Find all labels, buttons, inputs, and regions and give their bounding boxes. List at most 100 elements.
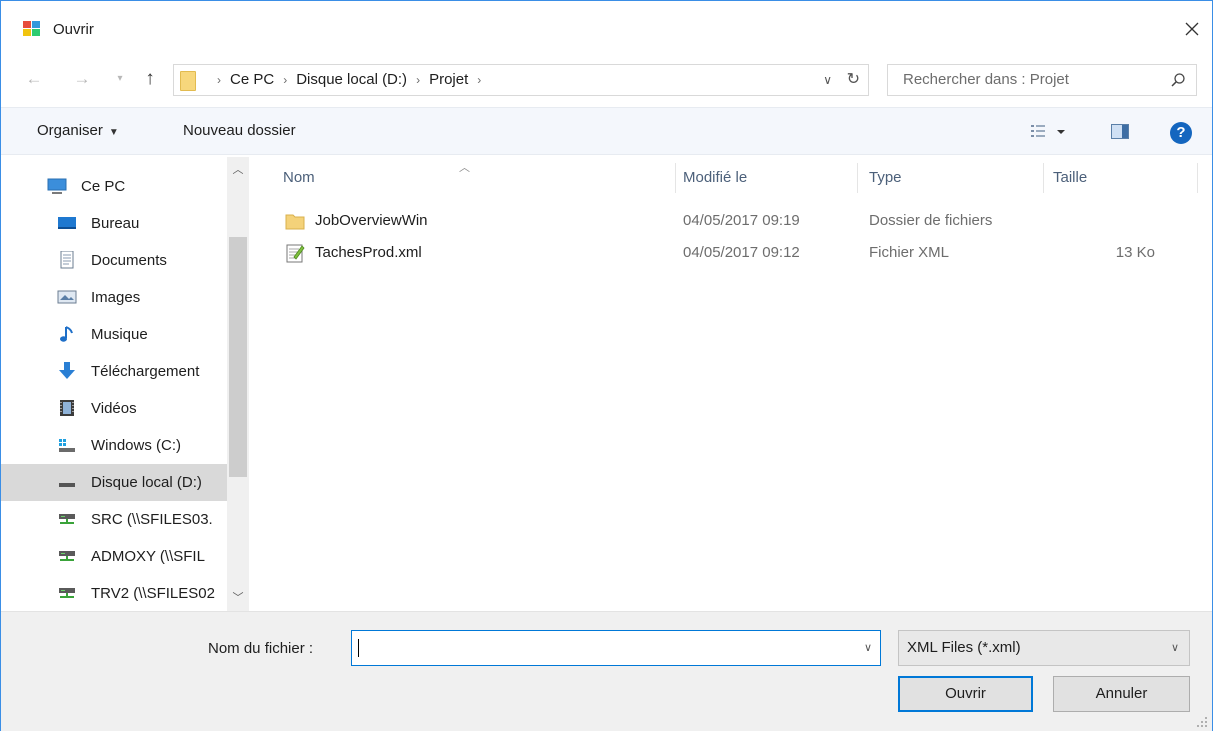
recent-locations-button[interactable]: ▾ <box>113 66 127 92</box>
column-header-size[interactable]: Taille <box>1035 157 1195 199</box>
download-icon <box>59 362 75 379</box>
scroll-up-button[interactable]: ︿ <box>227 157 249 183</box>
chevron-right-icon[interactable]: › <box>274 65 296 95</box>
folder-icon <box>180 71 196 91</box>
change-view-button[interactable] <box>1029 122 1073 142</box>
text-cursor <box>358 639 359 657</box>
navigation-bar: ← → ▾ ↑ › Ce PC › Disque local (D:) › Pr… <box>1 53 1212 105</box>
column-header-name[interactable]: Nom ︿ <box>265 157 675 199</box>
sidebar-item-documents[interactable]: Documents <box>1 242 227 279</box>
title-bar: Ouvrir <box>1 1 1212 51</box>
file-row[interactable]: TachesProd.xml 04/05/2017 09:12 Fichier … <box>265 237 1205 269</box>
chevron-down-icon[interactable]: ∨ <box>823 65 832 95</box>
search-input[interactable]: Rechercher dans : Projet <box>887 64 1197 96</box>
organise-button[interactable]: Organiser ▼ <box>37 108 119 154</box>
computer-icon <box>47 178 67 194</box>
chevron-down-icon[interactable]: ∨ <box>864 631 872 665</box>
sidebar-item-label: Téléchargement <box>91 363 200 380</box>
folder-icon <box>285 214 305 230</box>
chevron-right-icon[interactable]: › <box>468 65 490 95</box>
documents-icon <box>60 251 74 269</box>
sidebar-item-images[interactable]: Images <box>1 279 227 316</box>
sidebar-item-label: Images <box>91 289 141 306</box>
filename-input[interactable] <box>352 631 848 665</box>
chevron-up-icon: ︿ <box>232 164 244 176</box>
column-header-type[interactable]: Type <box>851 157 1041 199</box>
sidebar-item-label: Windows (C:) <box>91 437 182 454</box>
refresh-icon[interactable]: ↻ <box>847 65 860 95</box>
search-placeholder: Rechercher dans : Projet <box>903 71 1069 88</box>
close-icon <box>1185 22 1199 36</box>
chevron-right-icon[interactable]: › <box>407 65 429 95</box>
breadcrumb-item[interactable]: Disque local (D:) <box>296 65 407 95</box>
desktop-icon <box>58 217 76 229</box>
sidebar-item-videos[interactable]: Vidéos <box>1 390 227 427</box>
scroll-down-button[interactable]: ﹀ <box>227 585 249 611</box>
file-name: TachesProd.xml <box>315 244 422 261</box>
sidebar-item-windows-c[interactable]: Windows (C:) <box>1 427 227 464</box>
file-modified: 04/05/2017 09:12 <box>683 244 800 261</box>
chevron-down-icon: ﹀ <box>232 592 244 604</box>
command-toolbar: Organiser ▼ Nouveau dossier ? <box>1 107 1212 155</box>
up-button[interactable]: ↑ <box>139 66 161 92</box>
sidebar-item-label: TRV2 (\\SFILES02 <box>91 585 215 602</box>
file-name: JobOverviewWin <box>315 212 428 229</box>
new-folder-button[interactable]: Nouveau dossier <box>183 108 296 154</box>
app-icon <box>23 21 41 37</box>
sort-ascending-icon: ︿ <box>459 162 470 174</box>
sidebar-item-label: Ce PC <box>81 178 126 195</box>
column-header-label: Nom <box>283 169 315 186</box>
address-bar[interactable]: › Ce PC › Disque local (D:) › Projet › ∨… <box>173 64 869 96</box>
chevron-down-icon: ▼ <box>108 127 119 138</box>
sidebar-item-admoxy[interactable]: ADMOXY (\\SFIL <box>1 538 227 575</box>
sidebar-item-label: SRC (\\SFILES03. <box>91 511 213 528</box>
cancel-button[interactable]: Annuler <box>1053 676 1190 712</box>
file-row[interactable]: JobOverviewWin 04/05/2017 09:19 Dossier … <box>265 205 1205 237</box>
navigation-pane: Ce PC Bureau Documents Images Musique Té… <box>1 157 249 611</box>
images-icon <box>57 290 77 304</box>
file-type-filter[interactable]: XML Files (*.xml) ∨ <box>898 630 1190 666</box>
sidebar-item-label: Vidéos <box>91 400 137 417</box>
sidebar-item-trv2[interactable]: TRV2 (\\SFILES02 <box>1 575 227 611</box>
preview-pane-button[interactable] <box>1111 124 1129 139</box>
sidebar-item-bureau[interactable]: Bureau <box>1 205 227 242</box>
file-list: Nom ︿ Modifié le Type Taille JobOverview… <box>265 157 1213 611</box>
chevron-right-icon: › <box>217 73 221 87</box>
close-button[interactable] <box>1172 9 1212 49</box>
file-type-filter-value: XML Files (*.xml) <box>907 639 1021 656</box>
back-button[interactable]: ← <box>23 66 45 92</box>
sidebar-item-musique[interactable]: Musique <box>1 316 227 353</box>
breadcrumb-item[interactable]: Ce PC <box>230 65 274 95</box>
sidebar-item-disque-local-d[interactable]: Disque local (D:) <box>1 464 227 501</box>
scroll-thumb[interactable] <box>229 237 247 477</box>
sidebar-item-label: ADMOXY (\\SFIL <box>91 548 205 565</box>
sidebar-item-ce-pc[interactable]: Ce PC <box>1 168 227 205</box>
details-view-icon <box>1031 125 1065 137</box>
column-divider[interactable] <box>1197 163 1198 193</box>
breadcrumb-item[interactable]: Projet <box>429 65 468 95</box>
dialog-footer: Nom du fichier : ∨ XML Files (*.xml) ∨ O… <box>1 611 1212 731</box>
window-title: Ouvrir <box>53 21 94 38</box>
drive-icon <box>59 483 75 487</box>
chevron-down-icon: ∨ <box>1170 642 1179 654</box>
search-icon <box>1171 73 1185 87</box>
help-button[interactable]: ? <box>1170 122 1192 144</box>
filename-field[interactable]: ∨ <box>351 630 881 666</box>
sidebar-item-telechargement[interactable]: Téléchargement <box>1 353 227 390</box>
xml-file-icon <box>286 244 305 263</box>
videos-icon <box>60 400 74 416</box>
arrow-right-icon: → <box>73 69 91 88</box>
arrow-up-icon: ↑ <box>145 68 155 89</box>
help-icon: ? <box>1176 124 1186 141</box>
sidebar-item-src[interactable]: SRC (\\SFILES03. <box>1 501 227 538</box>
resize-grip-icon[interactable] <box>1196 716 1208 728</box>
chevron-down-icon: ▾ <box>117 73 123 84</box>
forward-button[interactable]: → <box>71 66 93 92</box>
file-modified: 04/05/2017 09:19 <box>683 212 800 229</box>
network-drive-icon <box>59 514 75 524</box>
breadcrumb: › Ce PC › Disque local (D:) › Projet › <box>208 65 490 95</box>
file-size: 13 Ko <box>1115 244 1155 261</box>
column-header-modified[interactable]: Modifié le <box>665 157 851 199</box>
sidebar-scrollbar[interactable]: ︿ ﹀ <box>227 157 249 611</box>
open-button[interactable]: Ouvrir <box>898 676 1033 712</box>
